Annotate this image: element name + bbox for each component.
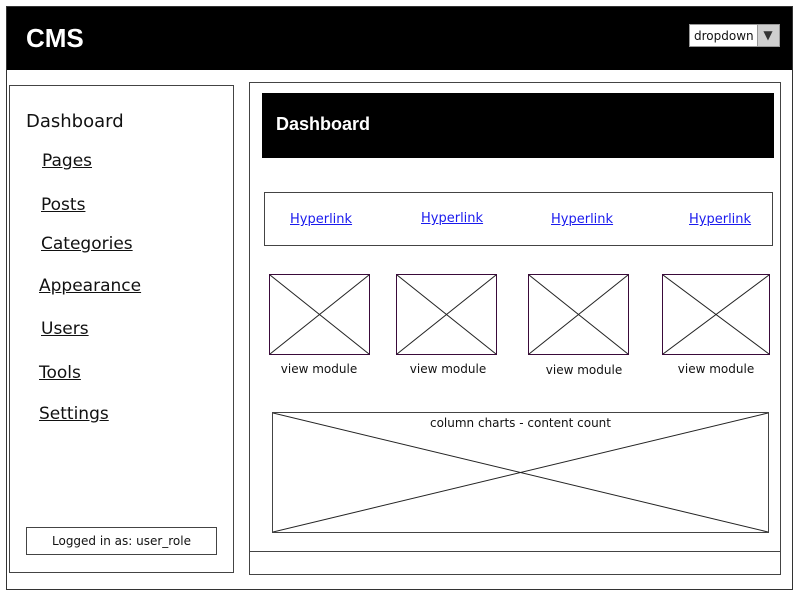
quick-link-4[interactable]: Hyperlink <box>689 212 751 228</box>
quick-link-2[interactable]: Hyperlink <box>421 211 483 227</box>
chart-placeholder-label: column charts - content count <box>429 416 611 430</box>
app-header <box>7 7 792 70</box>
module-image-placeholder[interactable] <box>269 274 370 355</box>
chart-placeholder-icon <box>273 413 768 532</box>
module-caption[interactable]: view module <box>529 363 639 377</box>
main-footer-divider <box>250 551 780 552</box>
sidebar-item-categories[interactable]: Categories <box>41 234 133 254</box>
sidebar-item-tools[interactable]: Tools <box>39 363 81 383</box>
quick-link-1[interactable]: Hyperlink <box>290 212 352 228</box>
sidebar-heading: Dashboard <box>26 111 124 132</box>
sidebar-item-appearance[interactable]: Appearance <box>39 276 141 296</box>
sidebar-item-posts[interactable]: Posts <box>41 195 85 215</box>
sidebar-item-pages[interactable]: Pages <box>42 151 92 171</box>
module-image-placeholder[interactable] <box>396 274 497 355</box>
module-image-placeholder[interactable] <box>662 274 770 355</box>
page-title: Dashboard <box>276 114 371 134</box>
quick-link-3[interactable]: Hyperlink <box>551 212 613 228</box>
chevron-down-icon[interactable]: ▼ <box>757 25 779 46</box>
module-image-placeholder[interactable] <box>528 274 629 355</box>
image-placeholder-icon <box>663 275 769 354</box>
image-placeholder-icon <box>529 275 628 354</box>
dropdown-selected-value[interactable]: dropdown <box>694 29 754 43</box>
sidebar-item-users[interactable]: Users <box>41 319 89 339</box>
sidebar-item-settings[interactable]: Settings <box>39 404 109 424</box>
chart-placeholder <box>272 412 769 533</box>
image-placeholder-icon <box>397 275 496 354</box>
module-caption[interactable]: view module <box>393 362 503 376</box>
module-caption[interactable]: view module <box>264 362 374 376</box>
logged-in-status-text: Logged in as: user_role <box>52 534 191 548</box>
app-title: CMS <box>26 23 84 53</box>
module-caption[interactable]: view module <box>661 362 771 376</box>
image-placeholder-icon <box>270 275 369 354</box>
